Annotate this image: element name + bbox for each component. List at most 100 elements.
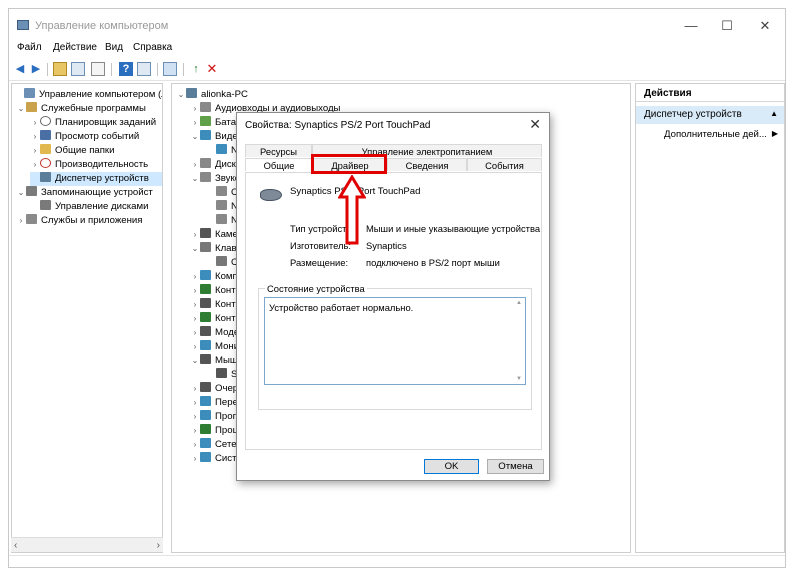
menu-action[interactable]: Действие <box>53 42 97 53</box>
device-tree-item[interactable]: › Прогр <box>190 410 241 424</box>
expand-chevron-icon[interactable]: › <box>190 326 200 340</box>
more-actions-item[interactable]: Дополнительные дей... <box>664 129 767 140</box>
tree-item-label: Просмотр событий <box>55 131 140 142</box>
tree-item-performance[interactable]: › Производительность <box>30 158 148 172</box>
tab-details[interactable]: Сведения <box>387 158 467 171</box>
expand-chevron-icon[interactable]: › <box>190 284 200 298</box>
services-icon <box>26 214 37 224</box>
uninstall-icon[interactable]: ✕ <box>205 62 219 76</box>
view-icon[interactable] <box>137 62 151 76</box>
scroll-left-icon[interactable]: ‹ <box>14 538 17 553</box>
expand-chevron-icon[interactable]: › <box>190 228 200 242</box>
show-tree-icon[interactable] <box>71 62 85 76</box>
tab-events[interactable]: События <box>467 158 542 171</box>
update-driver-icon[interactable]: ↑ <box>189 62 203 76</box>
device-category-icon <box>200 438 211 448</box>
tree-item-shared-folders[interactable]: › Общие папки <box>30 144 115 158</box>
device-category-icon <box>216 186 227 196</box>
device-status-text: Устройство работает нормально. <box>269 302 414 313</box>
device-category-icon <box>200 284 211 294</box>
tree-item-storage[interactable]: ⌄ Запоминающие устройст <box>16 186 153 200</box>
properties-icon[interactable] <box>91 62 105 76</box>
expand-chevron-icon[interactable]: › <box>190 382 200 396</box>
submenu-arrow-icon[interactable]: ▶ <box>772 129 778 138</box>
expand-chevron-icon[interactable]: ⌄ <box>16 186 26 200</box>
menu-bar: Файл Действие Вид Справка <box>9 40 785 57</box>
expand-chevron-icon[interactable]: ⌄ <box>190 172 200 186</box>
expand-chevron-icon[interactable]: › <box>190 452 200 466</box>
tab-general[interactable]: Общие <box>245 158 313 171</box>
toolbar-separator <box>47 63 48 76</box>
device-tree-item[interactable]: ⌄ alionka-PC <box>176 88 248 102</box>
expand-chevron-icon[interactable]: › <box>190 298 200 312</box>
device-category-icon <box>216 256 227 266</box>
expand-chevron-icon[interactable]: › <box>190 438 200 452</box>
menu-file[interactable]: Файл <box>17 42 42 53</box>
collapse-caret-icon[interactable]: ▲ <box>770 109 778 118</box>
expand-chevron-icon[interactable]: › <box>30 144 40 158</box>
expand-chevron-icon[interactable]: ⌄ <box>16 102 26 116</box>
expand-chevron-icon[interactable]: › <box>190 396 200 410</box>
scroll-right-icon[interactable]: › <box>157 538 160 553</box>
tab-resources[interactable]: Ресурсы <box>245 144 312 157</box>
tree-item-event-viewer[interactable]: › Просмотр событий <box>30 130 139 144</box>
expand-chevron-icon[interactable]: › <box>30 158 40 172</box>
expand-chevron-icon[interactable]: ⌄ <box>190 130 200 144</box>
device-category-icon <box>200 354 211 364</box>
scroll-up-icon[interactable]: ▲ <box>516 300 522 306</box>
expand-chevron-icon[interactable]: ⌄ <box>190 354 200 368</box>
forward-arrow-icon[interactable]: ▶ <box>29 62 43 76</box>
expand-chevron-icon[interactable]: ⌄ <box>176 88 186 102</box>
expand-chevron-icon[interactable]: › <box>30 116 40 130</box>
tree-item-device-manager[interactable]: Диспетчер устройств <box>30 172 162 186</box>
device-tree-item[interactable]: ⌄ Мыши <box>190 354 243 368</box>
expand-chevron-icon[interactable]: › <box>190 158 200 172</box>
tree-item-task-scheduler[interactable]: › Планировщик заданий <box>30 116 156 130</box>
device-category-icon <box>200 172 211 182</box>
tree-item-disk-management[interactable]: Управление дисками <box>30 200 148 214</box>
expand-chevron-icon[interactable]: › <box>30 130 40 144</box>
close-button[interactable]: ✕ <box>747 15 783 37</box>
tree-item-computer-management[interactable]: Управление компьютером (л <box>14 88 162 102</box>
expand-chevron-icon[interactable]: › <box>16 214 26 228</box>
device-tree-item[interactable]: ⌄ Звуко <box>190 172 240 186</box>
up-folder-icon[interactable] <box>53 62 67 76</box>
navigation-tree-pane: Управление компьютером (л ⌄ Служебные про… <box>11 83 163 553</box>
expand-chevron-icon[interactable]: › <box>190 424 200 438</box>
tree-item-label: Производительность <box>55 159 149 170</box>
device-status-group: Состояние устройства Устройство работает… <box>258 283 532 410</box>
maximize-button[interactable]: ☐ <box>709 15 745 37</box>
device-status-textbox[interactable]: Устройство работает нормально. ▲ ▼ <box>264 297 526 385</box>
actions-section-device-manager[interactable]: Диспетчер устройств ▲ <box>636 106 784 124</box>
ok-button[interactable]: OK <box>424 459 479 474</box>
device-tree-item[interactable]: › Компь <box>190 270 243 284</box>
device-category-icon <box>200 242 211 252</box>
back-arrow-icon[interactable]: ◀ <box>13 62 27 76</box>
device-tree-item[interactable]: › Диско <box>190 158 241 172</box>
window-title: Управление компьютером <box>35 20 169 32</box>
help-icon[interactable]: ? <box>119 62 133 76</box>
expand-chevron-icon[interactable]: › <box>190 312 200 326</box>
expand-chevron-icon[interactable]: › <box>190 116 200 130</box>
dialog-close-icon[interactable]: ✕ <box>529 116 541 133</box>
scroll-down-icon[interactable]: ▼ <box>516 376 522 382</box>
toolbar-separator <box>183 63 184 76</box>
device-category-icon <box>216 144 227 154</box>
tree-item-services-apps[interactable]: › Службы и приложения <box>16 214 142 228</box>
expand-chevron-icon[interactable]: › <box>190 340 200 354</box>
minimize-button[interactable]: — <box>673 15 709 37</box>
expand-chevron-icon[interactable]: › <box>190 410 200 424</box>
cancel-button[interactable]: Отмена <box>487 459 544 474</box>
tree-item-label: Службы и приложения <box>41 215 143 226</box>
clock-icon <box>40 116 51 126</box>
expand-chevron-icon[interactable]: › <box>190 102 200 116</box>
expand-chevron-icon[interactable]: › <box>190 270 200 284</box>
tree-item-label: Диспетчер устройств <box>55 173 149 184</box>
monitor-icon[interactable] <box>163 62 177 76</box>
expand-chevron-icon[interactable]: ⌄ <box>190 242 200 256</box>
menu-view[interactable]: Вид <box>105 42 123 53</box>
tree-item-system-tools[interactable]: ⌄ Служебные программы <box>16 102 146 116</box>
tree-item-label: Служебные программы <box>41 103 146 114</box>
horizontal-scrollbar[interactable]: ‹ › <box>11 537 163 552</box>
menu-help[interactable]: Справка <box>133 42 172 53</box>
